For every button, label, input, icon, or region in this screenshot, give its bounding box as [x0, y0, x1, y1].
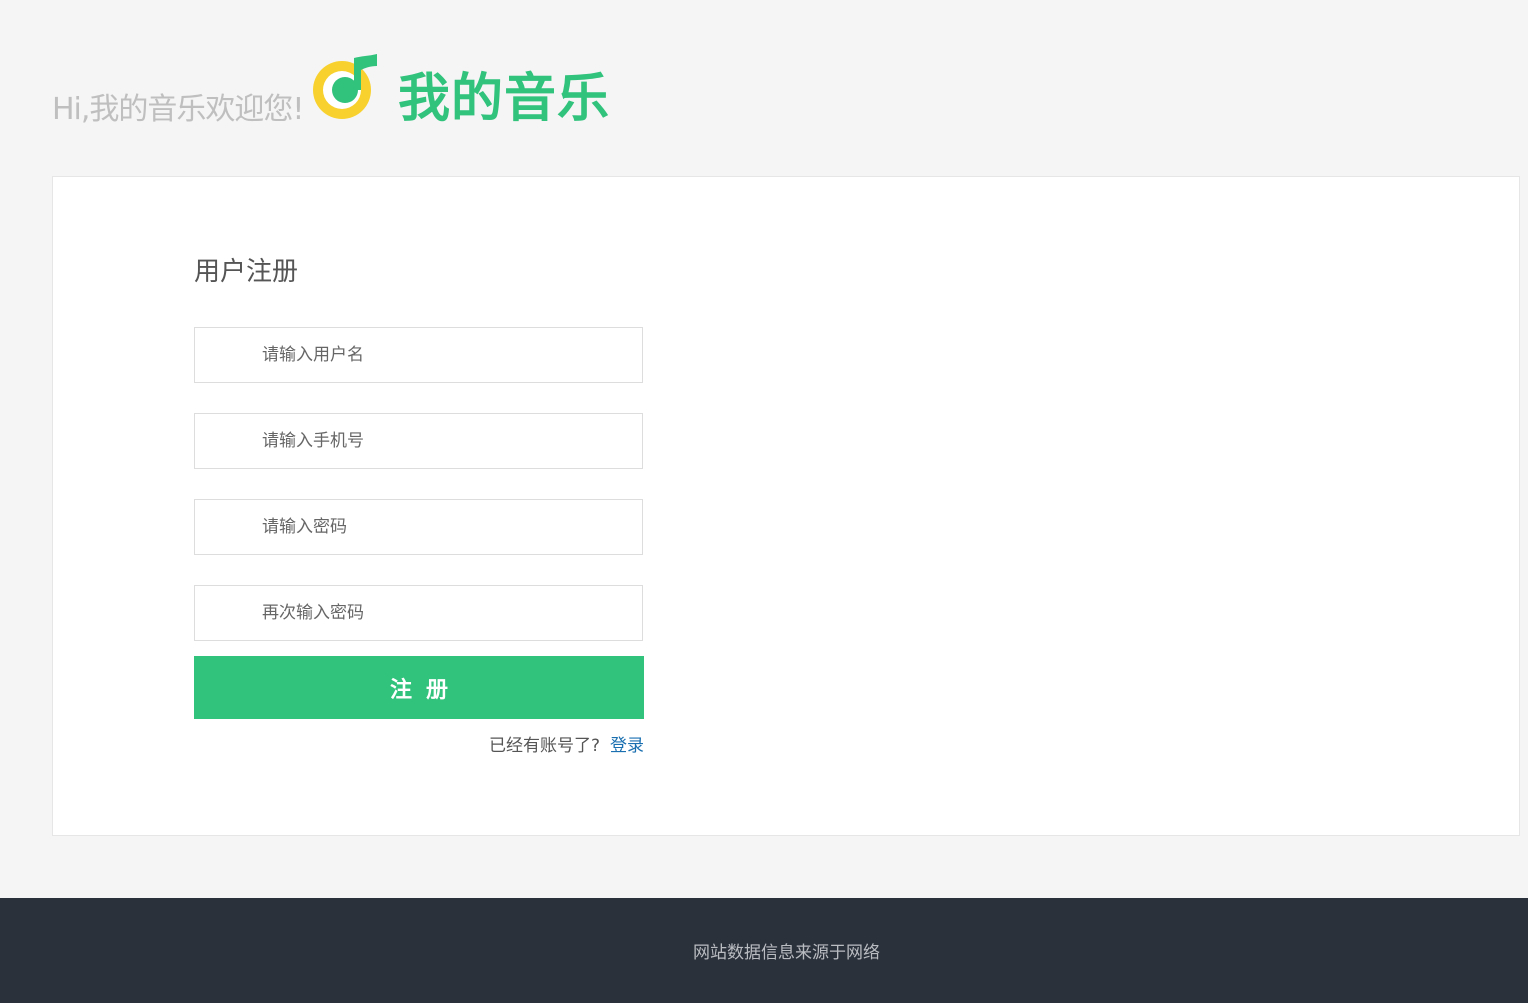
site-header: Hi,我的音乐欢迎您! 我的音乐 — [52, 50, 752, 129]
phone-input[interactable] — [195, 414, 642, 468]
register-button[interactable]: 注册 — [194, 656, 644, 719]
password-field — [194, 499, 643, 555]
confirm-password-input[interactable] — [195, 586, 642, 640]
password-input[interactable] — [195, 500, 642, 554]
username-field — [194, 327, 643, 383]
footer-text: 网站数据信息来源于网络 — [693, 943, 880, 963]
username-input[interactable] — [195, 328, 642, 382]
register-panel: 用户注册 注册 已经有账号了? 登录 — [52, 176, 1520, 836]
phone-field — [194, 413, 643, 469]
welcome-text: Hi,我的音乐欢迎您! — [52, 92, 304, 127]
music-note-icon — [313, 54, 377, 119]
site-footer: 网站数据信息来源于网络 — [0, 898, 1528, 1003]
login-prompt-row: 已经有账号了? 登录 — [194, 731, 644, 756]
form-title: 用户注册 — [194, 257, 299, 287]
login-link[interactable]: 登录 — [610, 736, 644, 756]
brand-logo-text: 我的音乐 — [398, 69, 611, 129]
login-prompt-text: 已经有账号了? — [488, 736, 600, 756]
confirm-password-field — [194, 585, 643, 641]
